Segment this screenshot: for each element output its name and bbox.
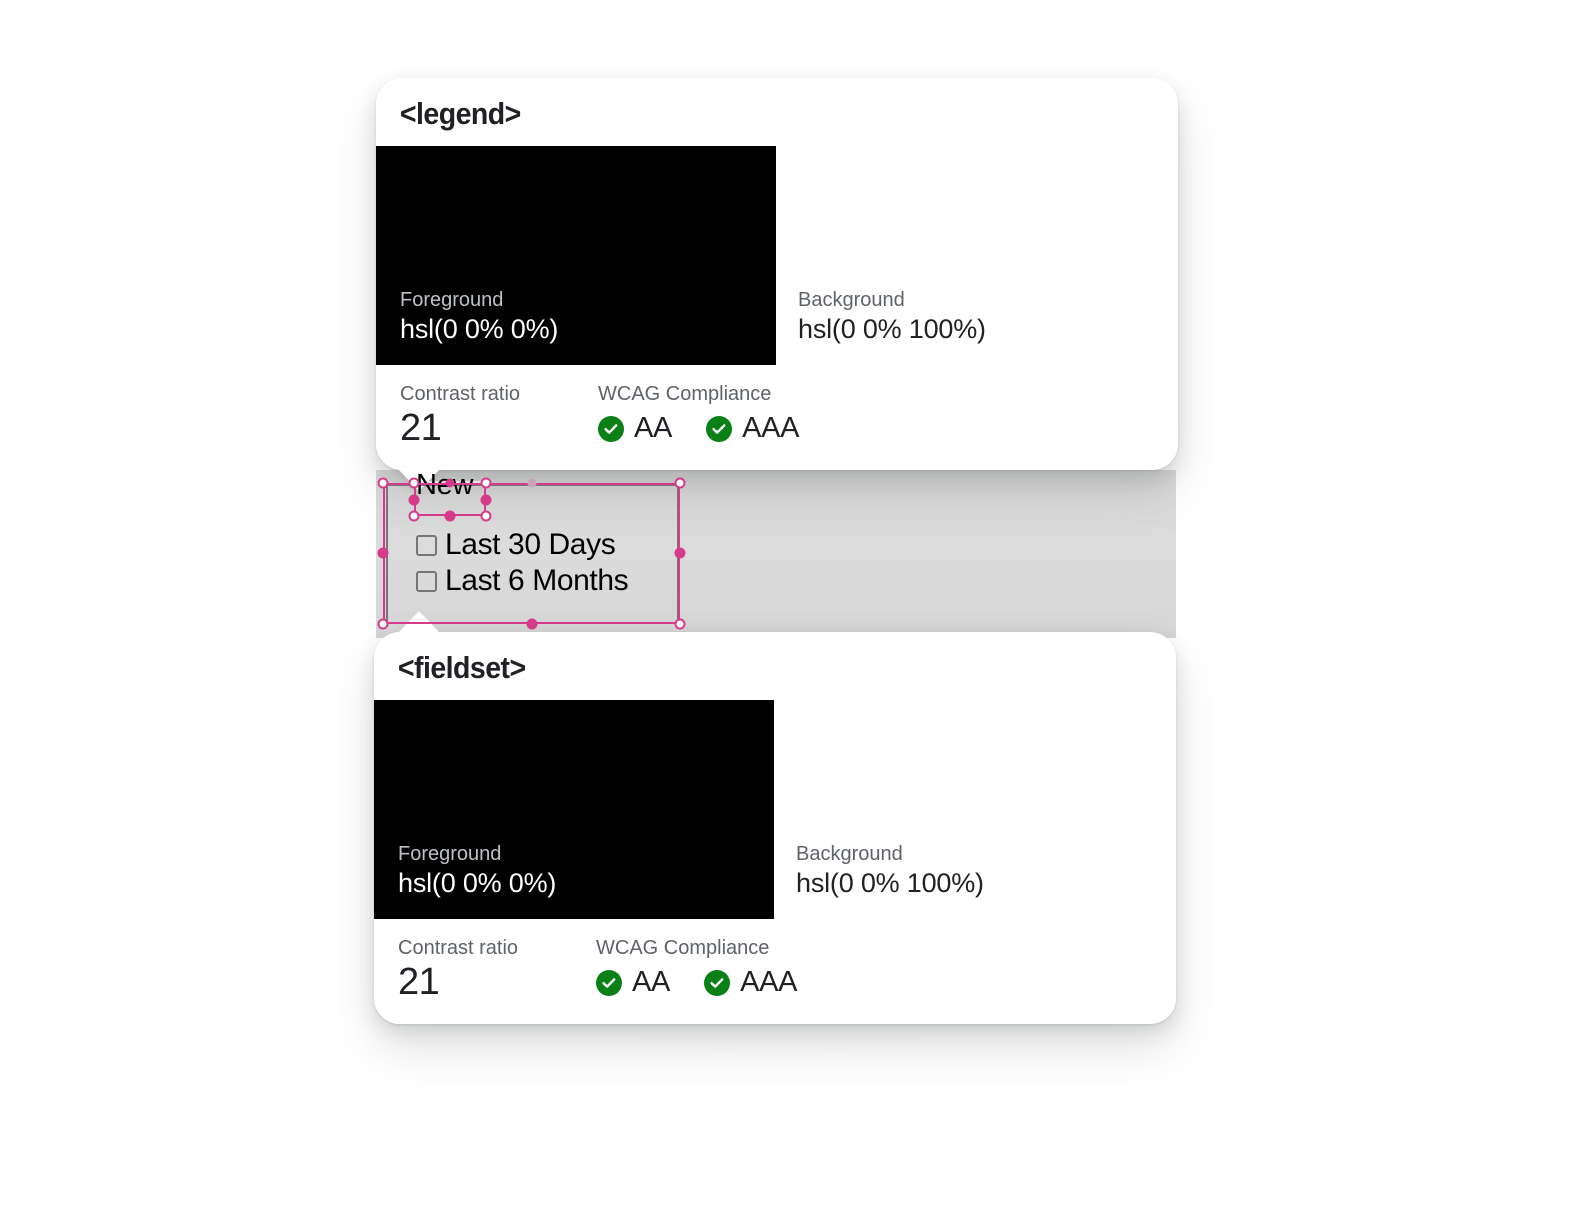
inspected-fieldset-widget[interactable]: New Last 30 Days Last 6 Months [386, 469, 679, 624]
foreground-value: hsl(0 0% 0%) [400, 314, 559, 345]
background-label: Background [796, 843, 903, 866]
card-title-legend: <legend> [399, 96, 521, 131]
wcag-block-legend: WCAG Compliance AA AAA [598, 381, 800, 451]
foreground-label: Foreground [400, 289, 504, 312]
wcag-badge-aa: AA [598, 412, 672, 445]
card-title-fieldset: <fieldset> [397, 650, 526, 685]
fieldset-legend-text: New [416, 469, 474, 501]
contrast-ratio-label: Contrast ratio [398, 937, 519, 959]
wcag-badge-aaa-label: AAA [742, 412, 800, 444]
background-swatch-fieldset: Background hsl(0 0% 100%) [774, 700, 1176, 919]
check-circle-icon [596, 969, 622, 996]
contrast-ratio-value: 21 [398, 961, 440, 1003]
checkbox-label-last-6-months: Last 6 Months [445, 564, 629, 597]
check-circle-icon [598, 415, 624, 442]
contrast-tooltip-fieldset: <fieldset> Foreground hsl(0 0% 0%) Backg… [374, 611, 1176, 1024]
wcag-badges-fieldset: AA AAA [596, 966, 798, 999]
contrast-tooltip-legend: <legend> Foreground hsl(0 0% 0%) Backgro… [376, 78, 1178, 491]
wcag-badge-aa-label: AA [634, 412, 673, 444]
contrast-ratio-label: Contrast ratio [400, 383, 521, 405]
foreground-label: Foreground [398, 843, 502, 866]
metrics-row-legend: Contrast ratio 21 WCAG Compliance AA AAA [376, 365, 1178, 451]
contrast-ratio-block-legend: Contrast ratio 21 [400, 381, 598, 451]
metrics-row-fieldset: Contrast ratio 21 WCAG Compliance AA AAA [374, 919, 1176, 1005]
wcag-compliance-label: WCAG Compliance [598, 383, 772, 405]
wcag-badges-legend: AA AAA [598, 412, 800, 445]
background-swatch-legend: Background hsl(0 0% 100%) [776, 146, 1178, 365]
wcag-block-fieldset: WCAG Compliance AA AAA [596, 935, 798, 1005]
wcag-compliance-label: WCAG Compliance [596, 937, 770, 959]
wcag-badge-aaa-label: AAA [740, 966, 798, 998]
wcag-badge-aa: AA [596, 966, 670, 999]
foreground-swatch-legend: Foreground hsl(0 0% 0%) [376, 146, 776, 365]
check-circle-icon [706, 415, 733, 442]
foreground-value: hsl(0 0% 0%) [398, 868, 557, 899]
wcag-badge-aa-label: AA [632, 966, 671, 998]
contrast-ratio-block-fieldset: Contrast ratio 21 [398, 935, 596, 1005]
background-value: hsl(0 0% 100%) [798, 314, 986, 345]
wcag-badge-aaa: AAA [704, 966, 798, 999]
checkbox-row-last-30-days[interactable]: Last 30 Days [416, 528, 616, 562]
checkbox-icon[interactable] [416, 570, 437, 592]
color-swatch-row-legend: Foreground hsl(0 0% 0%) Background hsl(0… [376, 146, 1178, 365]
wcag-badge-aaa: AAA [706, 412, 800, 445]
checkbox-icon[interactable] [416, 534, 437, 556]
screenshot-stage: <legend> Foreground hsl(0 0% 0%) Backgro… [0, 0, 1590, 1224]
background-value: hsl(0 0% 100%) [796, 868, 984, 899]
background-label: Background [798, 289, 905, 312]
foreground-swatch-fieldset: Foreground hsl(0 0% 0%) [374, 700, 774, 919]
checkbox-row-last-6-months[interactable]: Last 6 Months [416, 564, 629, 598]
color-swatch-row-fieldset: Foreground hsl(0 0% 0%) Background hsl(0… [374, 700, 1176, 919]
checkbox-label-last-30-days: Last 30 Days [445, 528, 616, 561]
contrast-ratio-value: 21 [400, 407, 442, 449]
check-circle-icon [704, 969, 731, 996]
